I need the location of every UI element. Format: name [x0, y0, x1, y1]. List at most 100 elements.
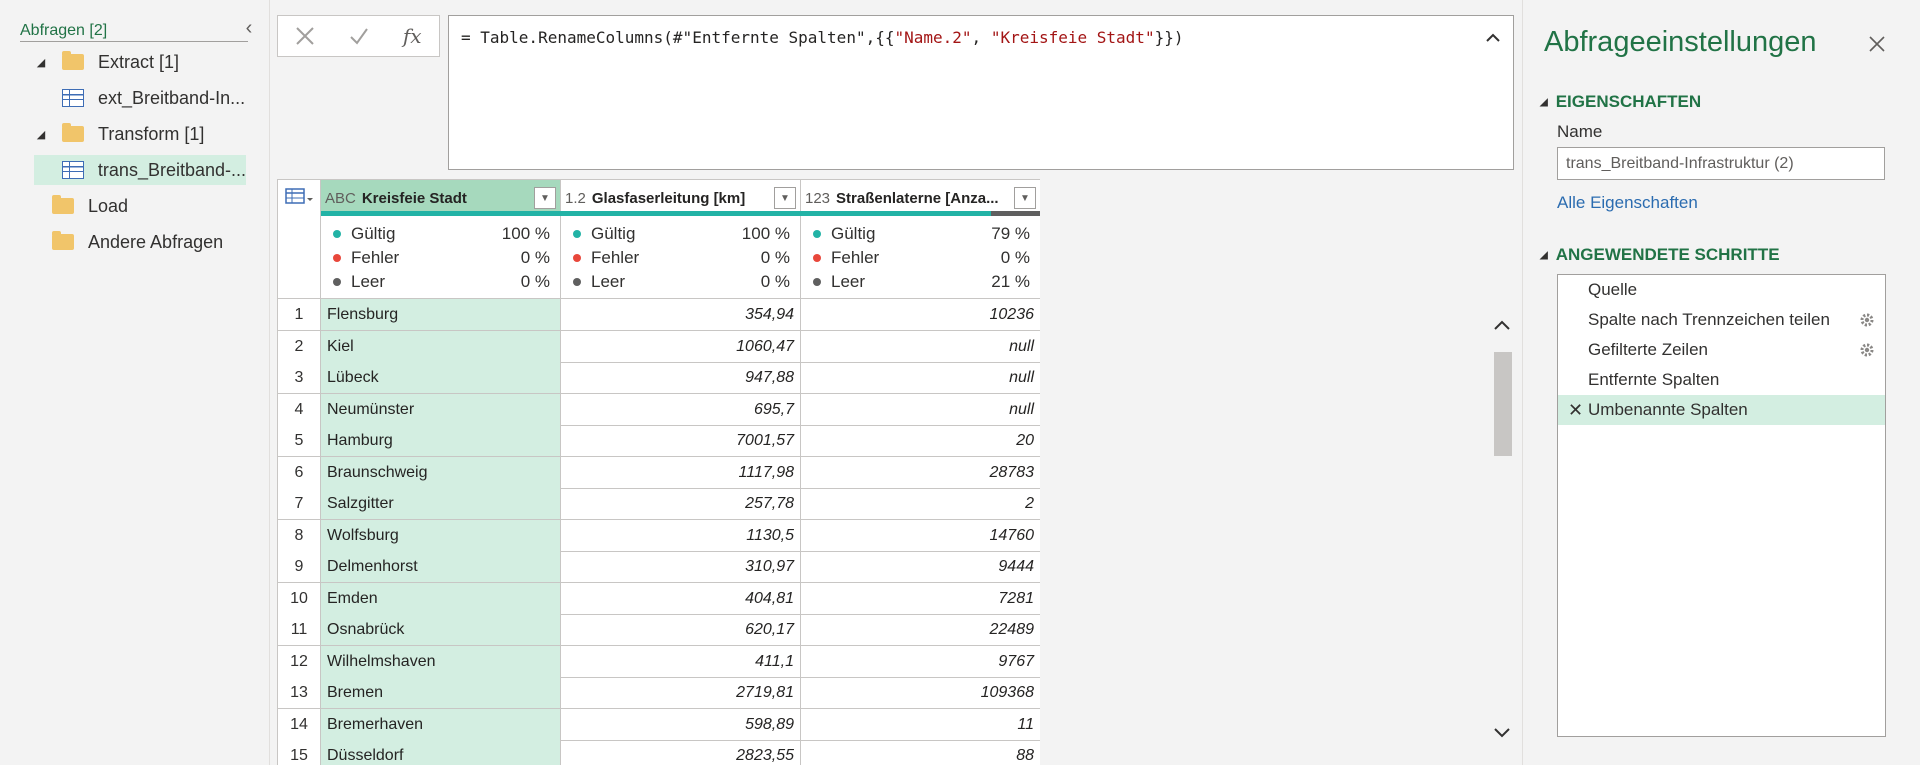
table-cell[interactable]: 1117,98	[561, 456, 801, 489]
table-cell[interactable]: 411,1	[561, 645, 801, 678]
table-cell[interactable]: Emden	[321, 582, 561, 615]
grid-vertical-scrollbar[interactable]	[1490, 300, 1514, 765]
table-cell[interactable]: Osnabrück	[321, 614, 561, 646]
step-split-column[interactable]: Spalte nach Trennzeichen teilen	[1558, 305, 1885, 335]
table-cell[interactable]: Kiel	[321, 330, 561, 363]
row-number[interactable]: 1	[278, 299, 321, 331]
step-removed-columns[interactable]: Entfernte Spalten	[1558, 365, 1885, 395]
table-cell[interactable]: Braunschweig	[321, 456, 561, 489]
table-cell[interactable]: Wolfsburg	[321, 519, 561, 552]
row-number[interactable]: 4	[278, 393, 321, 426]
table-cell[interactable]: 109368	[801, 677, 1040, 709]
table-cell[interactable]: 404,81	[561, 582, 801, 615]
tree-query-ext-breitband[interactable]: ext_Breitband-In...	[34, 83, 250, 113]
properties-section-heading[interactable]: ◢ EIGENSCHAFTEN	[1540, 92, 1701, 112]
insert-function-fx-button[interactable]: fx	[385, 16, 439, 56]
table-cell[interactable]: 22489	[801, 614, 1040, 646]
table-cell[interactable]: Flensburg	[321, 299, 561, 331]
table-cell[interactable]: null	[801, 331, 1040, 363]
table-cell[interactable]: Düsseldorf	[321, 740, 561, 765]
query-name-input[interactable]	[1557, 147, 1885, 180]
table-cell[interactable]: 9767	[801, 646, 1040, 678]
table-cell[interactable]: 947,88	[561, 362, 801, 394]
scroll-down-chevron-icon[interactable]	[1490, 720, 1514, 744]
gear-icon[interactable]	[1859, 342, 1875, 358]
table-cell[interactable]: 20	[801, 425, 1040, 457]
table-cell[interactable]: 10236	[801, 299, 1040, 331]
cancel-formula-button[interactable]	[278, 16, 332, 56]
table-cell[interactable]: null	[801, 394, 1040, 426]
tree-query-trans-breitband[interactable]: trans_Breitband-...	[34, 155, 246, 185]
row-number[interactable]: 5	[278, 425, 321, 457]
table-cell[interactable]: Wilhelmshaven	[321, 645, 561, 678]
step-quelle[interactable]: Quelle	[1558, 275, 1885, 305]
formula-editor[interactable]: = Table.RenameColumns(#"Entfernte Spalte…	[448, 15, 1514, 170]
table-cell[interactable]: 2719,81	[561, 677, 801, 709]
table-cell[interactable]: Delmenhorst	[321, 551, 561, 583]
table-cell[interactable]: 14760	[801, 520, 1040, 552]
collapse-pane-chevron-left-icon[interactable]: ‹	[240, 18, 258, 39]
column-filter-dropdown-icon[interactable]: ▼	[774, 187, 796, 209]
formula-text[interactable]: = Table.RenameColumns(#"Entfernte Spalte…	[461, 28, 1183, 47]
row-number[interactable]: 6	[278, 456, 321, 489]
gear-icon[interactable]	[1859, 312, 1875, 328]
expanded-triangle-icon[interactable]: ◢	[34, 56, 48, 69]
delete-step-x-icon[interactable]: ✕	[1568, 400, 1583, 421]
row-number[interactable]: 12	[278, 645, 321, 678]
row-number[interactable]: 2	[278, 330, 321, 363]
table-cell[interactable]: 11	[801, 709, 1040, 741]
expanded-triangle-icon[interactable]: ◢	[34, 128, 48, 141]
column-type-icon[interactable]: 1.2	[565, 190, 586, 207]
table-cell[interactable]: 354,94	[561, 299, 801, 331]
table-cell[interactable]: Bremerhaven	[321, 708, 561, 741]
table-cell[interactable]: 7281	[801, 583, 1040, 615]
scroll-up-chevron-icon[interactable]	[1490, 314, 1514, 338]
row-number[interactable]: 10	[278, 582, 321, 615]
column-type-icon[interactable]: ABC	[325, 190, 356, 207]
table-cell[interactable]: 695,7	[561, 393, 801, 426]
step-filtered-rows[interactable]: Gefilterte Zeilen	[1558, 335, 1885, 365]
table-cell[interactable]: 9444	[801, 551, 1040, 583]
step-renamed-columns[interactable]: ✕ Umbenannte Spalten	[1558, 395, 1885, 425]
collapse-formula-chevron-up-icon[interactable]	[1483, 28, 1503, 48]
scroll-thumb[interactable]	[1494, 352, 1512, 456]
tree-group-load[interactable]: Load	[34, 191, 270, 221]
close-settings-icon[interactable]	[1863, 30, 1891, 58]
row-number[interactable]: 13	[278, 677, 321, 709]
table-cell[interactable]: 620,17	[561, 614, 801, 646]
confirm-formula-button[interactable]	[332, 16, 386, 56]
row-number[interactable]: 15	[278, 740, 321, 765]
table-cell[interactable]: 2	[801, 488, 1040, 520]
table-cell[interactable]: 2823,55	[561, 740, 801, 765]
tree-group-transform[interactable]: ◢ Transform [1]	[34, 119, 270, 149]
row-number[interactable]: 11	[278, 614, 321, 646]
table-cell[interactable]: 28783	[801, 457, 1040, 489]
table-cell[interactable]: 7001,57	[561, 425, 801, 457]
table-cell[interactable]: 310,97	[561, 551, 801, 583]
table-cell[interactable]: Neumünster	[321, 393, 561, 426]
table-cell[interactable]: 257,78	[561, 488, 801, 520]
column-type-icon[interactable]: 123	[805, 190, 830, 207]
tree-group-other-queries[interactable]: Andere Abfragen	[34, 227, 270, 257]
table-menu-icon[interactable]	[285, 186, 315, 206]
table-cell[interactable]: 88	[801, 740, 1040, 765]
column-filter-dropdown-icon[interactable]: ▼	[1014, 187, 1036, 209]
table-cell[interactable]: Lübeck	[321, 362, 561, 394]
table-cell[interactable]: 1130,5	[561, 519, 801, 552]
row-number[interactable]: 3	[278, 362, 321, 394]
row-number[interactable]: 8	[278, 519, 321, 552]
row-number[interactable]: 9	[278, 551, 321, 583]
table-cell[interactable]: null	[801, 362, 1040, 394]
table-cell[interactable]: Salzgitter	[321, 488, 561, 520]
table-cell[interactable]: Hamburg	[321, 425, 561, 457]
applied-steps-section-heading[interactable]: ◢ ANGEWENDETE SCHRITTE	[1540, 245, 1780, 265]
table-cell[interactable]: 1060,47	[561, 330, 801, 363]
tree-group-extract[interactable]: ◢ Extract [1]	[34, 47, 270, 77]
row-number[interactable]: 7	[278, 488, 321, 520]
table-cell[interactable]: 598,89	[561, 708, 801, 741]
row-number[interactable]: 14	[278, 708, 321, 741]
all-properties-link[interactable]: Alle Eigenschaften	[1557, 193, 1698, 213]
column-filter-dropdown-icon[interactable]: ▼	[534, 187, 556, 209]
properties-heading-label: EIGENSCHAFTEN	[1555, 92, 1702, 111]
table-cell[interactable]: Bremen	[321, 677, 561, 709]
